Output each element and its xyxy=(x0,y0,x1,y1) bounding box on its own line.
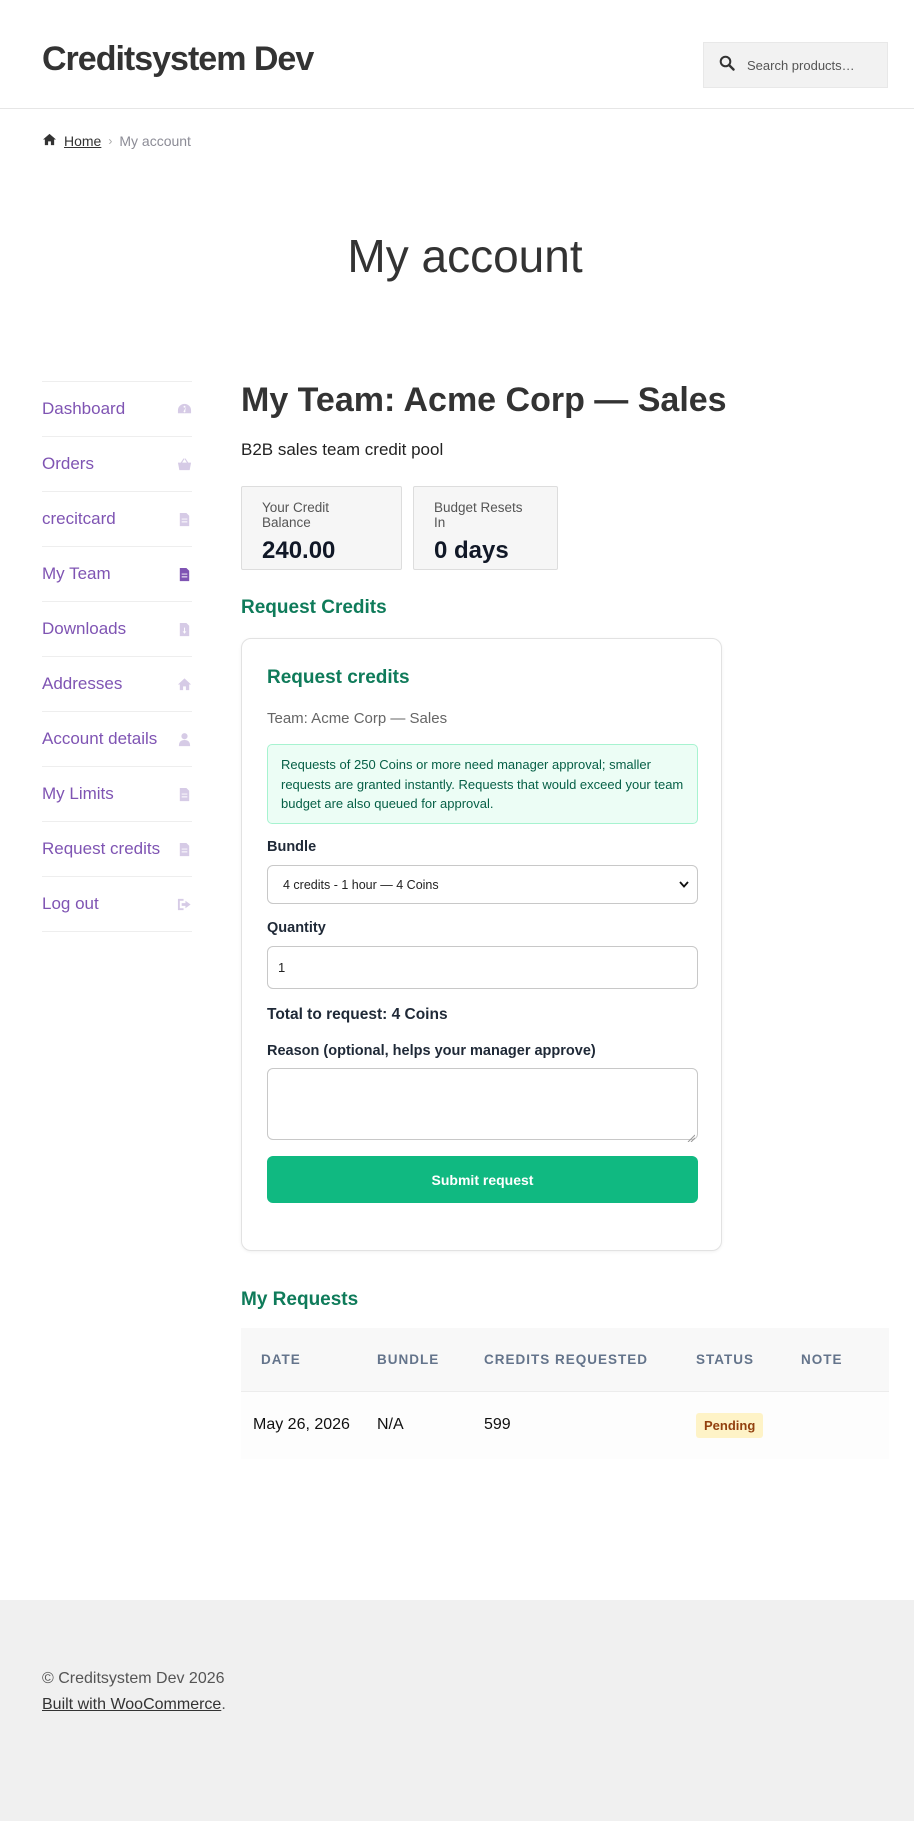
column-header-note: NOTE xyxy=(801,1328,889,1391)
cell-note xyxy=(801,1390,889,1459)
nav-item-label[interactable]: Orders xyxy=(42,454,94,474)
reason-label: Reason (optional, helps your manager app… xyxy=(267,1043,596,1059)
column-header-date: DATE xyxy=(241,1328,377,1391)
nav-item-label[interactable]: My Team xyxy=(42,564,111,584)
nav-item-label[interactable]: crecitcard xyxy=(42,509,116,529)
file-icon xyxy=(176,511,192,527)
cell-status: Pending xyxy=(696,1390,801,1459)
dashboard-icon xyxy=(176,401,192,417)
nav-item-label[interactable]: Dashboard xyxy=(42,399,125,419)
nav-item-label[interactable]: My Limits xyxy=(42,784,114,804)
team-title: My Team: Acme Corp — Sales xyxy=(241,381,727,419)
column-header-bundle: BUNDLE xyxy=(377,1328,484,1391)
file-icon xyxy=(176,566,192,582)
column-header-status: STATUS xyxy=(696,1328,801,1391)
nav-item-label[interactable]: Log out xyxy=(42,894,99,914)
quantity-label: Quantity xyxy=(267,920,326,936)
table-header-row: DATE BUNDLE CREDITS REQUESTED STATUS NOT… xyxy=(241,1328,889,1391)
request-team-line: Team: Acme Corp — Sales xyxy=(267,710,448,727)
submit-request-button[interactable]: Submit request xyxy=(267,1156,698,1203)
product-search[interactable] xyxy=(703,42,888,88)
cell-bundle: N/A xyxy=(377,1390,484,1459)
nav-item-crecitcard[interactable]: crecitcard xyxy=(42,492,192,547)
cell-date: May 26, 2026 xyxy=(241,1390,377,1459)
requests-table: DATE BUNDLE CREDITS REQUESTED STATUS NOT… xyxy=(241,1328,889,1459)
request-card-title: Request credits xyxy=(267,667,410,688)
table-row: May 26, 2026 N/A 599 Pending xyxy=(241,1390,889,1459)
credit-balance-value: 240.00 xyxy=(262,537,336,564)
site-title[interactable]: Creditsystem Dev xyxy=(42,40,314,79)
footer-credit: Built with WooCommerce. xyxy=(42,1696,226,1714)
nav-item-request-credits[interactable]: Request credits xyxy=(42,822,192,877)
nav-item-account-details[interactable]: Account details xyxy=(42,712,192,767)
nav-item-log-out[interactable]: Log out xyxy=(42,877,192,932)
breadcrumb-separator: › xyxy=(108,134,113,148)
chevron-down-icon xyxy=(679,878,689,892)
nav-item-my-limits[interactable]: My Limits xyxy=(42,767,192,822)
account-navigation: Dashboard Orders crecitcard My Team Down… xyxy=(42,381,192,932)
footer-credit-suffix: . xyxy=(221,1696,226,1713)
file-icon xyxy=(176,786,192,802)
bundle-select[interactable]: 4 credits - 1 hour — 4 Coins xyxy=(267,865,698,904)
quantity-input[interactable]: 1 xyxy=(267,946,698,989)
nav-item-my-team[interactable]: My Team xyxy=(42,547,192,602)
status-badge: Pending xyxy=(696,1412,764,1438)
nav-item-label[interactable]: Downloads xyxy=(42,619,126,639)
site-header: Creditsystem Dev xyxy=(0,0,914,109)
column-header-credits: CREDITS REQUESTED xyxy=(484,1328,696,1391)
credit-balance-label: Your Credit Balance xyxy=(262,500,330,530)
resize-handle-icon[interactable] xyxy=(687,1129,696,1143)
file-download-icon xyxy=(176,621,192,637)
budget-reset-label: Budget Resets In xyxy=(434,500,523,530)
nav-item-orders[interactable]: Orders xyxy=(42,437,192,492)
nav-item-addresses[interactable]: Addresses xyxy=(42,657,192,712)
nav-item-label[interactable]: Account details xyxy=(42,729,157,749)
bundle-label: Bundle xyxy=(267,839,317,855)
breadcrumb-current: My account xyxy=(119,133,191,149)
basket-icon xyxy=(176,456,192,472)
cell-credits: 599 xyxy=(484,1390,696,1459)
nav-item-label[interactable]: Request credits xyxy=(42,839,160,859)
nav-item-downloads[interactable]: Downloads xyxy=(42,602,192,657)
nav-item-dashboard[interactable]: Dashboard xyxy=(42,382,192,437)
total-to-request: Total to request: 4 Coins xyxy=(267,1006,448,1023)
team-description: B2B sales team credit pool xyxy=(241,440,444,459)
woocommerce-link[interactable]: Built with WooCommerce xyxy=(42,1696,221,1713)
bundle-selected-value: 4 credits - 1 hour — 4 Coins xyxy=(283,877,439,892)
search-input[interactable] xyxy=(745,56,885,74)
home-icon xyxy=(42,133,64,149)
credit-balance-card: Your Credit Balance 240.00 xyxy=(241,486,402,570)
home-icon xyxy=(176,676,192,692)
request-credits-heading: Request Credits xyxy=(241,597,387,618)
request-credits-form: Request credits Team: Acme Corp — Sales … xyxy=(241,638,722,1251)
reason-textarea[interactable] xyxy=(267,1068,698,1143)
budget-reset-value: 0 days xyxy=(434,537,509,564)
my-requests-heading: My Requests xyxy=(241,1289,359,1310)
approval-notice: Requests of 250 Coins or more need manag… xyxy=(267,744,698,824)
search-icon xyxy=(719,55,735,76)
budget-reset-card: Budget Resets In 0 days xyxy=(413,486,558,570)
page-title: My account xyxy=(347,230,583,282)
file-icon xyxy=(176,841,192,857)
user-icon xyxy=(176,731,192,747)
logout-icon xyxy=(176,896,192,912)
quantity-value: 1 xyxy=(278,960,286,975)
nav-item-label[interactable]: Addresses xyxy=(42,674,122,694)
site-footer: © Creditsystem Dev 2026 Built with WooCo… xyxy=(0,1600,914,1821)
footer-copyright: © Creditsystem Dev 2026 xyxy=(42,1670,225,1687)
breadcrumb: Home › My account xyxy=(42,133,191,149)
breadcrumb-home-link[interactable]: Home xyxy=(64,133,101,149)
